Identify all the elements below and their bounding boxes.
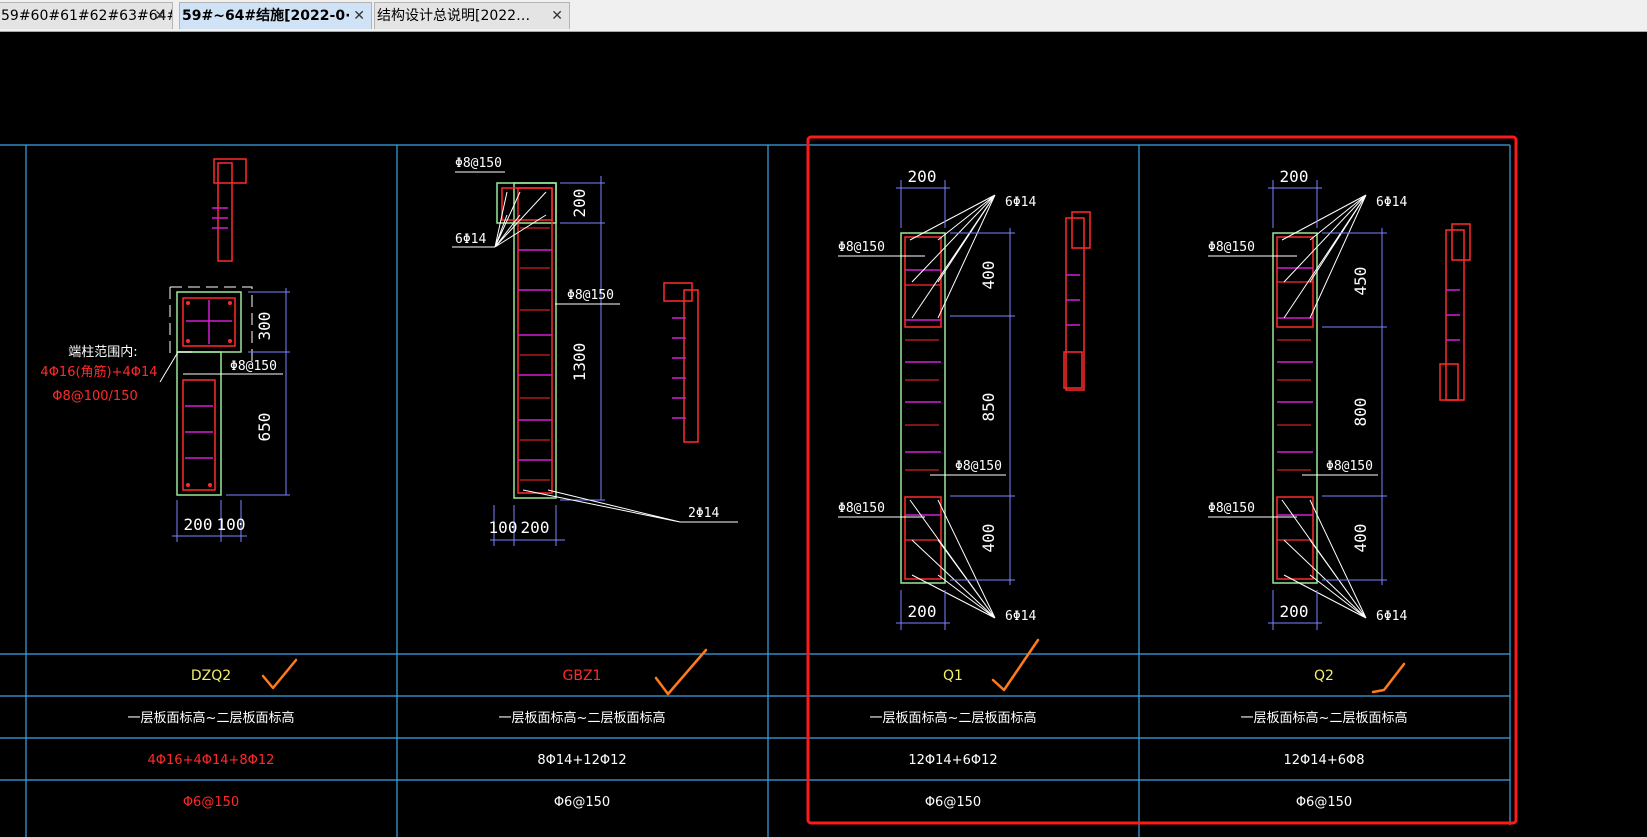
tab-document-2[interactable]: 59#~64#结施[2022-0· ✕: [179, 2, 372, 29]
dzq2-detail-bar: [212, 158, 247, 262]
longitudinal-cell: 12Φ14+6Φ8: [1284, 753, 1365, 768]
drawing-dzq2: 300 650 200 100 Φ8@150 端柱范围内: 4Φ16(角筋)+4…: [40, 158, 290, 542]
gbz1-top-stirrup: Φ8@150: [455, 156, 502, 171]
q2-dim-width-top: 200: [1280, 167, 1309, 186]
q1-bars-bottom: 6Φ14: [1005, 609, 1036, 624]
stirrup-cell: Φ6@150: [925, 795, 981, 810]
q2-wall-outline: [1272, 232, 1318, 584]
q1-bars-top: 6Φ14: [1005, 195, 1036, 210]
dzq2-dim-200: 200: [184, 515, 213, 534]
table-names-row: DZQ2 GBZ1 Q1 Q2: [191, 668, 1334, 684]
cad-drawing-canvas[interactable]: 300 650 200 100 Φ8@150 端柱范围内: 4Φ16(角筋)+4…: [0, 31, 1647, 837]
dzq2-dim-100: 100: [217, 515, 246, 534]
stirrup-cell: Φ6@150: [183, 795, 239, 810]
close-icon[interactable]: ✕: [551, 3, 563, 29]
stirrup-cell: Φ6@150: [1296, 795, 1352, 810]
table-longitudinal-row: 4Φ16+4Φ14+8Φ12 8Φ14+12Φ12 12Φ14+6Φ12 12Φ…: [148, 753, 1365, 768]
document-tab-bar: 59#60#61#62#63#64#… ✕ 59#~64#结施[2022-0· …: [0, 0, 1647, 32]
tab-label: 结构设计总说明[2022…: [377, 8, 531, 24]
name-dzq2: DZQ2: [191, 668, 231, 684]
tab-label: 59#~64#结施[2022-0·: [182, 8, 351, 24]
gbz1-dim-200: 200: [570, 189, 589, 218]
tab-document-1[interactable]: 59#60#61#62#63#64#… ✕: [0, 2, 173, 29]
stirrup-cell: Φ6@150: [554, 795, 610, 810]
check-marks: [261, 638, 1406, 696]
dzq2-note-stirrup: Φ8@100/150: [52, 389, 138, 404]
close-icon[interactable]: ✕: [154, 3, 166, 29]
elevation-cell: 一层板面标高~二层板面标高: [1241, 710, 1408, 726]
check-mark-icon: [991, 638, 1040, 692]
elevation-cell: 一层板面标高~二层板面标高: [870, 710, 1037, 726]
dzq2-note-bars: 4Φ16(角筋)+4Φ14: [40, 364, 157, 380]
q2-bars-top: 6Φ14: [1376, 195, 1407, 210]
drawing-gbz1: 200 1300 100 200 Φ8@150 6Φ14 Φ8@150 2Φ14: [452, 156, 738, 546]
dzq2-dim-650: 650: [255, 413, 274, 442]
q1-stirrup-mid: Φ8@150: [955, 459, 1002, 474]
dzq2-dim-300: 300: [255, 312, 274, 341]
longitudinal-cell: 8Φ14+12Φ12: [537, 753, 626, 768]
close-icon[interactable]: ✕: [353, 3, 365, 29]
drawing-q2: 6Φ14 6Φ14 Φ8@150 Φ8@150 Φ8@150 200 200 4…: [1208, 167, 1471, 630]
longitudinal-cell: 4Φ16+4Φ14+8Φ12: [148, 753, 275, 768]
tab-label: 59#60#61#62#63#64#…: [1, 8, 172, 24]
q2-dim-width-bottom: 200: [1280, 602, 1309, 621]
q2-stirrup-low: Φ8@150: [1208, 501, 1255, 516]
name-q2: Q2: [1314, 668, 1334, 684]
q1-dim-seg1: 400: [979, 261, 998, 290]
gbz1-left-bars: 6Φ14: [455, 232, 486, 247]
gbz1-wall-outline: [513, 182, 557, 499]
check-mark-icon: [654, 648, 708, 696]
name-q1: Q1: [943, 668, 963, 684]
check-mark-icon: [261, 658, 298, 690]
longitudinal-cell: 12Φ14+6Φ12: [908, 753, 997, 768]
check-mark-icon: [1371, 662, 1406, 694]
q2-dim-seg3: 400: [1351, 524, 1370, 553]
gbz1-bottom-bars: 2Φ14: [688, 506, 719, 521]
gbz1-dim-1300: 1300: [570, 343, 589, 382]
gbz1-dim-200b: 200: [521, 518, 550, 537]
name-gbz1: GBZ1: [563, 668, 602, 684]
dzq2-stirrup-label: Φ8@150: [230, 359, 277, 374]
elevation-cell: 一层板面标高~二层板面标高: [499, 710, 666, 726]
q1-dim-seg2: 850: [979, 393, 998, 422]
gbz1-dim-100: 100: [489, 518, 518, 537]
drawing-q1: 6Φ14 6Φ14 Φ8@150 Φ8@150 Φ8@150 200 200 4…: [838, 167, 1091, 630]
gbz1-mid-stirrup: Φ8@150: [567, 288, 614, 303]
q2-stirrup-top: Φ8@150: [1208, 240, 1255, 255]
q2-stirrup-mid: Φ8@150: [1326, 459, 1373, 474]
dzq2-note-title: 端柱范围内:: [68, 344, 137, 360]
tab-document-3[interactable]: 结构设计总说明[2022… ✕: [374, 2, 570, 29]
q1-stirrup-low: Φ8@150: [838, 501, 885, 516]
q2-dim-seg2: 800: [1351, 398, 1370, 427]
q1-stirrup-top: Φ8@150: [838, 240, 885, 255]
q1-dim-seg3: 400: [979, 524, 998, 553]
elevation-cell: 一层板面标高~二层板面标高: [128, 710, 295, 726]
q1-dim-width-bottom: 200: [908, 602, 937, 621]
q2-dim-seg1: 450: [1351, 267, 1370, 296]
table-grid: [0, 144, 1511, 837]
q1-dim-width-top: 200: [908, 167, 937, 186]
q2-bars-bottom: 6Φ14: [1376, 609, 1407, 624]
